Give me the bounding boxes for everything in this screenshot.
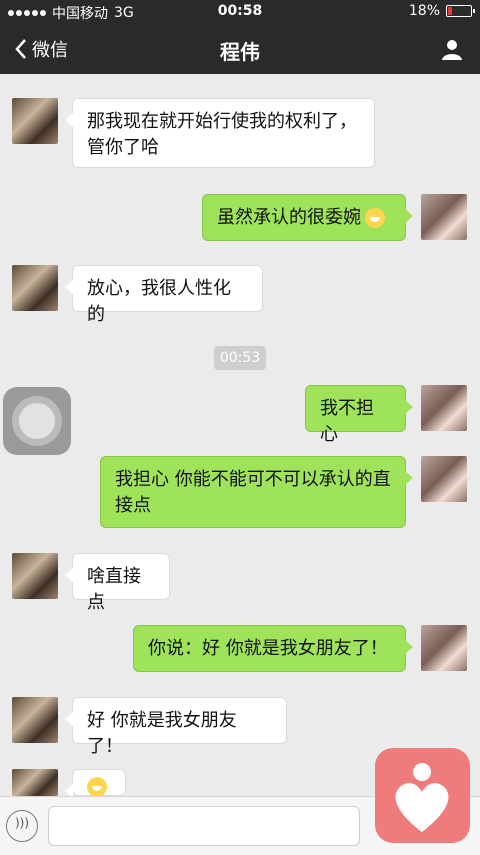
message-text: 虽然承认的很委婉 <box>217 207 361 228</box>
contact-avatar[interactable] <box>12 98 58 144</box>
contact-avatar[interactable] <box>12 553 58 599</box>
my-avatar[interactable] <box>421 456 467 502</box>
message-bubble-sent[interactable]: 你说：好 你就是我女朋友了！ <box>133 625 413 672</box>
my-avatar[interactable] <box>421 625 467 671</box>
message-bubble-sent[interactable]: 虽然承认的很委婉 <box>202 194 413 241</box>
status-bar: 中国移动 3G 00:58 18% <box>0 0 480 24</box>
contact-avatar[interactable] <box>12 769 58 796</box>
timestamp: 00:53 <box>214 346 266 370</box>
assistive-touch-button[interactable] <box>3 387 71 455</box>
my-avatar[interactable] <box>421 385 467 431</box>
user-profile-icon[interactable] <box>440 37 464 61</box>
battery-icon <box>446 5 475 17</box>
message-input[interactable] <box>48 806 360 846</box>
message-bubble-received[interactable]: 好 你就是我女朋友了！ <box>65 697 287 757</box>
battery-percent: 18% <box>408 3 440 19</box>
chat-title: 程伟 <box>220 40 260 64</box>
grin-emoji-icon <box>365 208 385 228</box>
grin-emoji-icon <box>87 777 107 797</box>
message-bubble-received[interactable]: 啥直接点 <box>65 553 170 613</box>
message-bubble-sent[interactable]: 我不担心 <box>305 385 413 445</box>
voice-icon[interactable] <box>6 810 38 842</box>
navigation-bar: 微信 程伟 <box>0 24 480 74</box>
contact-avatar[interactable] <box>12 265 58 311</box>
message-bubble-received[interactable] <box>65 769 126 798</box>
heart-app-icon[interactable] <box>375 748 470 843</box>
message-bubble-received[interactable]: 那我现在就开始行使我的权利了，管你了哈 <box>65 98 375 168</box>
my-avatar[interactable] <box>421 194 467 240</box>
message-bubble-sent[interactable]: 我担心 你能不能可不可以承认的直接点 <box>100 456 413 528</box>
message-bubble-received[interactable]: 放心，我很人性化的 <box>65 265 263 325</box>
contact-avatar[interactable] <box>12 697 58 743</box>
